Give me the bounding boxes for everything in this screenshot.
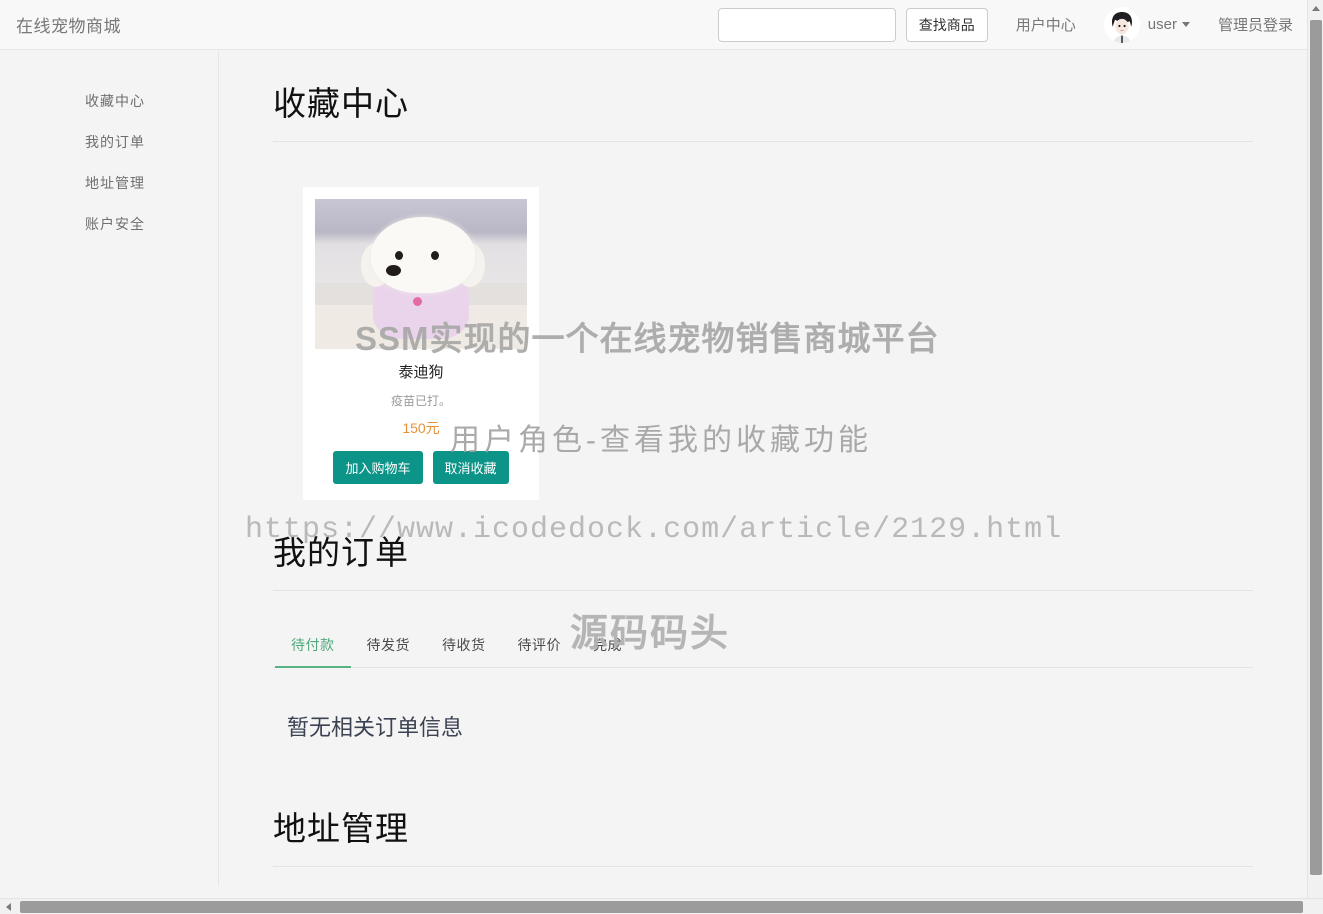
product-description: 疫苗已打。 (315, 392, 527, 409)
scroll-up-arrow-icon[interactable] (1312, 6, 1320, 11)
address-title: 地址管理 (273, 776, 1274, 866)
tab-pending-payment[interactable]: 待付款 (275, 625, 351, 668)
user-menu[interactable]: user (1104, 7, 1190, 43)
address-section: 地址管理 收货人 电话 所在地区 详细地址 操作 (220, 742, 1307, 886)
sidebar-item-account-security[interactable]: 账户安全 (12, 204, 218, 245)
site-brand[interactable]: 在线宠物商城 (16, 12, 121, 37)
browser-viewport: 在线宠物商城 查找商品 用户中心 (0, 0, 1323, 914)
dog-head-shape (371, 217, 475, 293)
vertical-scrollbar-thumb[interactable] (1310, 20, 1322, 875)
product-card[interactable]: 泰迪狗 疫苗已打。 150元 加入购物车 取消收藏 (303, 187, 539, 500)
main-content: 收藏中心 泰迪狗 (220, 51, 1307, 886)
vertical-scrollbar[interactable] (1307, 0, 1323, 898)
dog-eye-left (395, 251, 403, 260)
header-right-nav: 查找商品 用户中心 user (718, 0, 1307, 49)
site-header: 在线宠物商城 查找商品 用户中心 (0, 0, 1307, 50)
product-name: 泰迪狗 (315, 361, 527, 382)
orders-empty-message: 暂无相关订单信息 (273, 668, 1274, 742)
dog-nose (386, 265, 401, 276)
product-price: 150元 (315, 418, 527, 438)
order-status-tabs: 待付款 待发货 待收货 待评价 完成 (273, 625, 1253, 668)
orders-divider (273, 590, 1253, 591)
address-divider (273, 866, 1253, 867)
search-button[interactable]: 查找商品 (906, 8, 988, 42)
product-image (315, 199, 527, 349)
sidebar-item-favorites[interactable]: 收藏中心 (12, 81, 218, 122)
search-input[interactable] (718, 8, 896, 42)
user-name-label: user (1148, 16, 1177, 33)
favorites-section: 收藏中心 泰迪狗 (220, 51, 1307, 500)
favorites-product-grid: 泰迪狗 疫苗已打。 150元 加入购物车 取消收藏 (273, 142, 1274, 500)
avatar (1104, 7, 1140, 43)
tab-pending-shipment[interactable]: 待发货 (351, 625, 427, 668)
remove-favorite-button[interactable]: 取消收藏 (433, 451, 509, 484)
tab-completed[interactable]: 完成 (577, 625, 638, 668)
dog-shirt-dot (413, 297, 422, 306)
tab-pending-review[interactable]: 待评价 (502, 625, 578, 668)
sidebar-item-address[interactable]: 地址管理 (12, 163, 218, 204)
sidebar: 收藏中心 我的订单 地址管理 账户安全 (0, 51, 219, 886)
favorites-title: 收藏中心 (273, 51, 1274, 141)
nav-admin-login[interactable]: 管理员登录 (1218, 14, 1293, 35)
orders-section: 我的订单 待付款 待发货 待收货 待评价 完成 暂无相关订单信息 (220, 500, 1307, 742)
tab-pending-receipt[interactable]: 待收货 (426, 625, 502, 668)
sidebar-item-orders[interactable]: 我的订单 (12, 122, 218, 163)
product-actions: 加入购物车 取消收藏 (315, 451, 527, 484)
scroll-left-arrow-icon[interactable] (6, 903, 11, 911)
nav-user-center[interactable]: 用户中心 (1016, 14, 1076, 35)
orders-title: 我的订单 (273, 500, 1274, 590)
chevron-down-icon (1182, 22, 1190, 27)
horizontal-scrollbar[interactable] (0, 898, 1323, 914)
add-to-cart-button[interactable]: 加入购物车 (333, 451, 422, 484)
dog-eye-right (431, 251, 439, 260)
horizontal-scrollbar-thumb[interactable] (20, 901, 1303, 913)
